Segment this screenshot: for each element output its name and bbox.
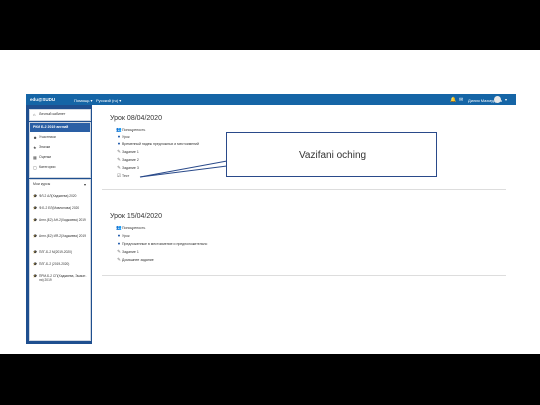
callout-box: Vazifani oching xyxy=(226,132,437,177)
callout-pointer xyxy=(139,160,228,178)
slide: edu@SUDU Помощь ▾ Русский (ru) ▾ 🔔 ✉ Дил… xyxy=(0,50,540,354)
callout-text: Vazifani oching xyxy=(299,150,367,161)
